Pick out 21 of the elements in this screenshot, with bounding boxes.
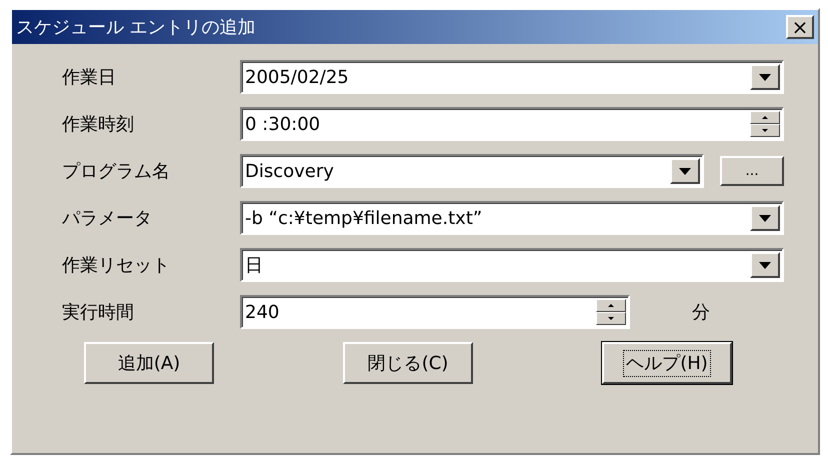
combo-box[interactable]: -b “c:¥temp¥filename.txt”	[240, 201, 784, 235]
dialog-button[interactable]: 追加(A)	[84, 342, 214, 384]
field-label: 作業日	[62, 66, 117, 89]
unit-label: 分	[692, 301, 710, 324]
window-title: スケジュール エントリの追加	[16, 16, 256, 39]
combo-box[interactable]: 2005/02/25	[240, 60, 784, 94]
close-button[interactable]: ×	[786, 15, 814, 39]
combo-box[interactable]: Discovery	[240, 154, 704, 188]
field-label: プログラム名	[62, 160, 171, 183]
field-label: 作業リセット	[62, 254, 171, 277]
field-label: パラメータ	[62, 207, 153, 230]
dialog-button[interactable]: ヘルプ(H)	[602, 342, 732, 384]
spin-field[interactable]: 240	[240, 295, 630, 329]
field-label: 実行時間	[62, 301, 135, 324]
combo-box[interactable]: 日	[240, 248, 784, 282]
spin-arrows-icon[interactable]	[750, 111, 780, 137]
spin-field[interactable]: 0 :30:00	[240, 107, 784, 141]
field-label: 作業時刻	[62, 113, 135, 136]
browse-button[interactable]: ...	[720, 156, 784, 186]
dialog-button[interactable]: 閉じる(C)	[343, 342, 473, 384]
spin-arrows-icon[interactable]	[596, 299, 626, 325]
